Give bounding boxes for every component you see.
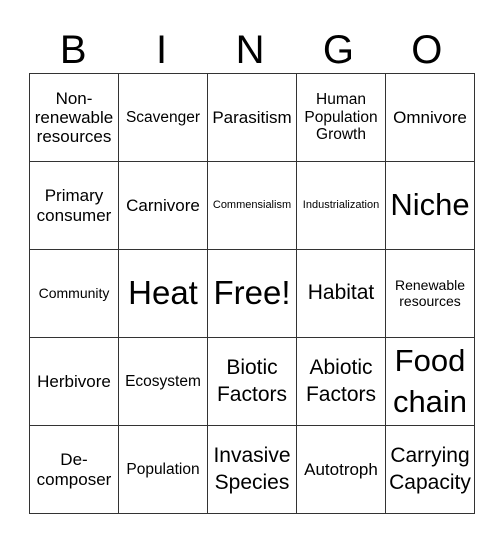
bingo-cell[interactable]: Ecosystem bbox=[118, 337, 208, 426]
bingo-cell[interactable]: Scavenger bbox=[118, 73, 208, 162]
header-letter-g: G bbox=[322, 28, 354, 72]
bingo-row: Community Heat Free! Habitat Renewable r… bbox=[29, 249, 475, 338]
bingo-cell[interactable]: Food chain bbox=[385, 337, 475, 426]
bingo-cell[interactable]: Omnivore bbox=[385, 73, 475, 162]
bingo-cell[interactable]: Primary consumer bbox=[29, 161, 119, 250]
header-letter-o: O bbox=[411, 28, 443, 72]
bingo-cell[interactable]: Invasive Species bbox=[207, 425, 297, 514]
header-letter-n: N bbox=[235, 28, 265, 72]
bingo-card: Non-renewable resources Scavenger Parasi… bbox=[29, 73, 475, 514]
bingo-cell[interactable]: Population bbox=[118, 425, 208, 514]
bingo-row: Non-renewable resources Scavenger Parasi… bbox=[29, 73, 475, 162]
bingo-cell[interactable]: Heat bbox=[118, 249, 208, 338]
bingo-row: Herbivore Ecosystem Biotic Factors Abiot… bbox=[29, 337, 475, 426]
bingo-cell[interactable]: Habitat bbox=[296, 249, 386, 338]
bingo-cell[interactable]: Community bbox=[29, 249, 119, 338]
bingo-cell[interactable]: Human Population Growth bbox=[296, 73, 386, 162]
bingo-cell[interactable]: Carrying Capacity bbox=[385, 425, 475, 514]
header-letter-i: I bbox=[156, 28, 168, 72]
bingo-cell[interactable]: Non-renewable resources bbox=[29, 73, 119, 162]
bingo-cell[interactable]: De-composer bbox=[29, 425, 119, 514]
bingo-cell[interactable]: Renewable resources bbox=[385, 249, 475, 338]
bingo-cell[interactable]: Commensialism bbox=[207, 161, 297, 250]
bingo-cell[interactable]: Abiotic Factors bbox=[296, 337, 386, 426]
bingo-cell[interactable]: Autotroph bbox=[296, 425, 386, 514]
bingo-cell[interactable]: Niche bbox=[385, 161, 475, 250]
bingo-cell[interactable]: Carnivore bbox=[118, 161, 208, 250]
bingo-cell[interactable]: Parasitism bbox=[207, 73, 297, 162]
bingo-cell[interactable]: Biotic Factors bbox=[207, 337, 297, 426]
header-letter-b: B bbox=[59, 28, 87, 72]
bingo-row: Primary consumer Carnivore Commensialism… bbox=[29, 161, 475, 250]
bingo-row: De-composer Population Invasive Species … bbox=[29, 425, 475, 514]
bingo-cell[interactable]: Herbivore bbox=[29, 337, 119, 426]
bingo-header: B I N G O bbox=[29, 28, 471, 72]
bingo-cell[interactable]: Industrialization bbox=[296, 161, 386, 250]
free-space-cell[interactable]: Free! bbox=[207, 249, 297, 338]
